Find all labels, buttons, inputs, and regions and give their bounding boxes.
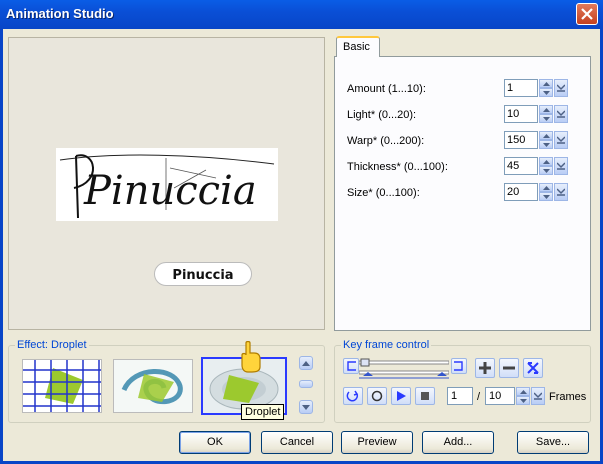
spin-up-icon[interactable] bbox=[539, 79, 553, 88]
size-spinner[interactable] bbox=[539, 183, 553, 201]
spin-down-icon[interactable] bbox=[539, 192, 553, 201]
param-label: Light* (0...20): bbox=[347, 109, 417, 121]
chevron-down-icon bbox=[557, 84, 565, 92]
warp-dropdown-button[interactable] bbox=[554, 131, 568, 149]
light-input[interactable]: 10 bbox=[504, 105, 538, 123]
preview-image: Pinuccia bbox=[56, 148, 278, 221]
save-button[interactable]: Save... bbox=[517, 431, 589, 454]
window-title: Animation Studio bbox=[6, 6, 114, 21]
thickness-spinner[interactable] bbox=[539, 157, 553, 175]
param-light: Light* (0...20): 10 bbox=[347, 105, 587, 125]
param-label: Thickness* (0...100): bbox=[347, 161, 448, 173]
spin-down-icon[interactable] bbox=[516, 396, 530, 405]
swap-keyframes-icon[interactable] bbox=[523, 358, 543, 378]
total-frames-input[interactable]: 10 bbox=[485, 387, 515, 405]
amount-input[interactable]: 1 bbox=[504, 79, 538, 97]
effect-legend: Effect: Droplet bbox=[15, 339, 89, 351]
add-keyframe-icon[interactable] bbox=[475, 358, 495, 378]
chevron-down-icon bbox=[557, 162, 565, 170]
amount-dropdown-button[interactable] bbox=[554, 79, 568, 97]
light-spinner[interactable] bbox=[539, 105, 553, 123]
effect-thumb-swirl[interactable] bbox=[113, 359, 193, 413]
basic-params-panel: Amount (1...10): 1 Light* (0...20): 10 W… bbox=[334, 56, 591, 331]
spin-up-icon[interactable] bbox=[539, 105, 553, 114]
param-label: Amount (1...10): bbox=[347, 83, 426, 95]
size-dropdown-button[interactable] bbox=[554, 183, 568, 201]
signature-graphic: Pinuccia bbox=[59, 154, 275, 219]
remove-keyframe-icon[interactable] bbox=[499, 358, 519, 378]
amount-spinner[interactable] bbox=[539, 79, 553, 97]
tab-basic-label: Basic bbox=[343, 41, 370, 53]
loop-icon[interactable] bbox=[343, 387, 363, 405]
frames-dropdown-button[interactable] bbox=[531, 387, 545, 405]
current-frame-input[interactable]: 1 bbox=[447, 387, 473, 405]
param-thickness: Thickness* (0...100): 45 bbox=[347, 157, 587, 177]
light-dropdown-button[interactable] bbox=[554, 105, 568, 123]
keyframe-legend: Key frame control bbox=[341, 339, 432, 351]
title-bar: Animation Studio bbox=[0, 0, 603, 29]
keyframe-group: Key frame control 1 / 10 Frames bbox=[334, 339, 591, 423]
spin-up-icon[interactable] bbox=[539, 157, 553, 166]
thickness-dropdown-button[interactable] bbox=[554, 157, 568, 175]
effect-scroll-thumb[interactable] bbox=[299, 380, 313, 388]
effect-scroll-up-button[interactable] bbox=[299, 356, 313, 370]
effect-thumb-grid[interactable] bbox=[22, 359, 102, 413]
frames-spinner[interactable] bbox=[516, 387, 530, 405]
rewind-icon[interactable] bbox=[367, 387, 387, 405]
signature-text: Pinuccia bbox=[83, 168, 257, 214]
chevron-down-icon bbox=[557, 188, 565, 196]
spin-up-icon[interactable] bbox=[539, 183, 553, 192]
tab-basic[interactable]: Basic bbox=[336, 36, 380, 57]
play-icon[interactable] bbox=[391, 387, 411, 405]
keyframe-slider[interactable] bbox=[359, 358, 449, 380]
add-button[interactable]: Add... bbox=[422, 431, 494, 454]
thickness-input[interactable]: 45 bbox=[504, 157, 538, 175]
warp-input[interactable]: 150 bbox=[504, 131, 538, 149]
close-button[interactable] bbox=[576, 3, 598, 25]
cancel-button[interactable]: Cancel bbox=[261, 431, 333, 454]
param-amount: Amount (1...10): 1 bbox=[347, 79, 587, 99]
watermark-text: Pinuccia bbox=[172, 268, 233, 283]
param-label: Warp* (0...200): bbox=[347, 135, 425, 147]
effect-scroll-down-button[interactable] bbox=[299, 400, 313, 414]
param-label: Size* (0...100): bbox=[347, 187, 420, 199]
spin-down-icon[interactable] bbox=[539, 140, 553, 149]
chevron-down-icon bbox=[534, 392, 542, 400]
size-input[interactable]: 20 bbox=[504, 183, 538, 201]
hand-cursor-icon bbox=[241, 341, 261, 373]
spin-down-icon[interactable] bbox=[539, 166, 553, 175]
chevron-down-icon bbox=[302, 404, 310, 410]
preview-pane: Pinuccia Pinuccia bbox=[8, 37, 325, 330]
ok-button[interactable]: OK bbox=[179, 431, 251, 454]
warp-spinner[interactable] bbox=[539, 131, 553, 149]
chevron-down-icon bbox=[557, 136, 565, 144]
step-forward-icon[interactable] bbox=[451, 358, 467, 374]
stop-icon[interactable] bbox=[415, 387, 435, 405]
droplet-tooltip: Droplet bbox=[241, 404, 285, 420]
close-icon bbox=[581, 8, 593, 20]
step-back-icon[interactable] bbox=[343, 358, 359, 374]
spin-up-icon[interactable] bbox=[516, 387, 530, 396]
spin-down-icon[interactable] bbox=[539, 88, 553, 97]
preview-button[interactable]: Preview bbox=[341, 431, 413, 454]
spin-down-icon[interactable] bbox=[539, 114, 553, 123]
chevron-up-icon bbox=[302, 360, 310, 366]
watermark-badge: Pinuccia bbox=[154, 262, 252, 286]
frame-separator: / bbox=[477, 391, 481, 403]
frames-label: Frames bbox=[549, 391, 587, 403]
param-warp: Warp* (0...200): 150 bbox=[347, 131, 587, 151]
chevron-down-icon bbox=[557, 110, 565, 118]
param-size: Size* (0...100): 20 bbox=[347, 183, 587, 203]
spin-up-icon[interactable] bbox=[539, 131, 553, 140]
